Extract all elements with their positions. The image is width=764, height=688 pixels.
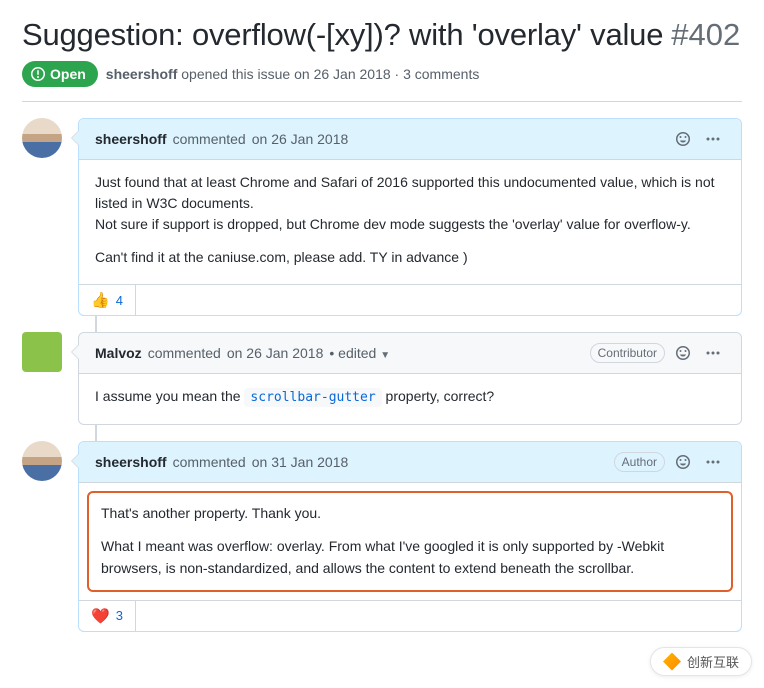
comment-header: sheershoff commented on 31 Jan 2018 Auth…: [79, 442, 741, 483]
state-badge: Open: [22, 61, 98, 87]
comment-date: on 26 Jan 2018: [252, 131, 349, 147]
comment-date: on 31 Jan 2018: [252, 454, 349, 470]
comment-bubble: sheershoff commented on 26 Jan 2018 Just…: [78, 118, 742, 316]
comment-bubble: Malvoz commented on 26 Jan 2018 • edited…: [78, 332, 742, 425]
role-badge: Contributor: [590, 343, 665, 363]
issue-author[interactable]: sheershoff: [106, 66, 178, 82]
issue-meta: Open sheershoff opened this issue on 26 …: [22, 61, 742, 102]
comment-count: 3 comments: [403, 66, 479, 82]
highlighted-body: That's another property. Thank you. What…: [87, 491, 733, 592]
reactions-bar: 👍 4: [79, 284, 741, 315]
meta-text: sheershoff opened this issue on 26 Jan 2…: [106, 66, 480, 82]
comment-header: sheershoff commented on 26 Jan 2018: [79, 119, 741, 160]
avatar[interactable]: [22, 118, 62, 158]
react-icon[interactable]: [671, 127, 695, 151]
react-icon[interactable]: [671, 450, 695, 474]
comment-body: Just found that at least Chrome and Safa…: [79, 160, 741, 284]
avatar[interactable]: [22, 332, 62, 372]
reaction-heart[interactable]: ❤️ 3: [79, 601, 136, 631]
watermark-logo-icon: [663, 653, 681, 671]
comment-author[interactable]: sheershoff: [95, 131, 167, 147]
reaction-thumbsup[interactable]: 👍 4: [79, 285, 136, 315]
edited-label[interactable]: • edited ▼: [329, 345, 390, 361]
timeline: sheershoff commented on 26 Jan 2018 Just…: [22, 118, 742, 632]
issue-number: #402: [671, 17, 740, 53]
watermark: 创新互联: [650, 647, 752, 676]
kebab-icon[interactable]: [701, 127, 725, 151]
kebab-icon[interactable]: [701, 450, 725, 474]
comment-author[interactable]: Malvoz: [95, 345, 142, 361]
role-badge: Author: [614, 452, 665, 472]
comment-author[interactable]: sheershoff: [95, 454, 167, 470]
comment-item: sheershoff commented on 26 Jan 2018 Just…: [22, 118, 742, 316]
comment-item: sheershoff commented on 31 Jan 2018 Auth…: [22, 441, 742, 632]
avatar[interactable]: [22, 441, 62, 481]
issue-title: Suggestion: overflow(-[xy])? with 'overl…: [22, 16, 663, 53]
react-icon[interactable]: [671, 341, 695, 365]
comment-date: on 26 Jan 2018: [227, 345, 324, 361]
code-inline: scrollbar-gutter: [244, 388, 381, 407]
state-text: Open: [50, 66, 86, 82]
opened-date: on 26 Jan 2018: [294, 66, 391, 82]
kebab-icon[interactable]: [701, 341, 725, 365]
comment-header: Malvoz commented on 26 Jan 2018 • edited…: [79, 333, 741, 374]
issue-open-icon: [30, 66, 46, 82]
comment-body: I assume you mean the scrollbar-gutter p…: [79, 374, 741, 424]
comment-item: Malvoz commented on 26 Jan 2018 • edited…: [22, 332, 742, 425]
comment-bubble: sheershoff commented on 31 Jan 2018 Auth…: [78, 441, 742, 632]
reactions-bar: ❤️ 3: [79, 600, 741, 631]
